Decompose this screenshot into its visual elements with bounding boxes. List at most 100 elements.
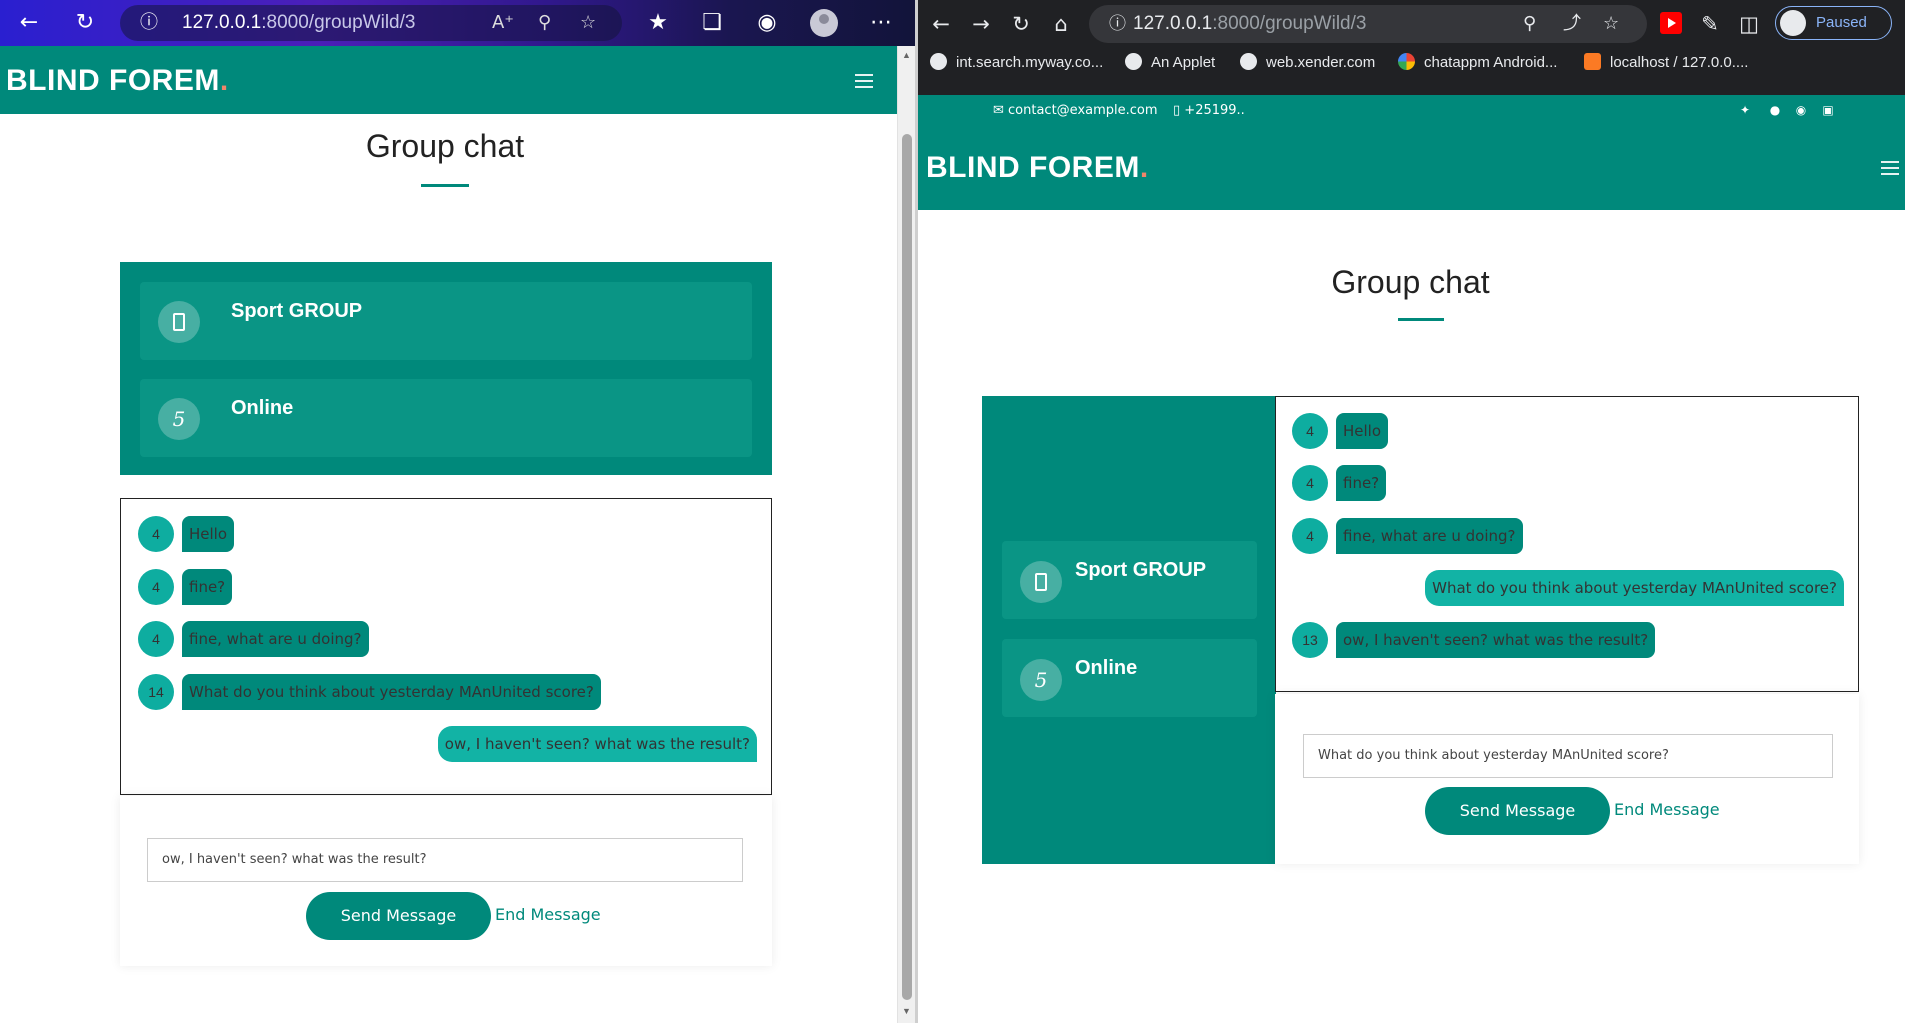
- online-label: Online: [231, 397, 294, 419]
- chat-messages-box[interactable]: 4 Hello 4 fine? 4 fine, what are u doing…: [120, 498, 772, 795]
- profile-status: Paused: [1816, 14, 1867, 31]
- facebook-icon[interactable]: ●: [1768, 103, 1782, 117]
- brand-logo[interactable]: BLIND FOREM.: [926, 151, 1149, 185]
- url-host: 127.0.0.1: [182, 12, 262, 33]
- message-bubble: Hello: [182, 516, 235, 552]
- back-icon[interactable]: ←: [14, 8, 44, 38]
- globe-icon: [1125, 53, 1142, 70]
- edge-toolbar: ← ↻ ⓘ 127.0.0.1:8000/groupWild/3 A⁺ ⚲ ☆ …: [0, 0, 915, 46]
- more-icon[interactable]: ⋯: [866, 8, 896, 38]
- url-path: :8000/groupWild/3: [1212, 13, 1367, 34]
- message-bubble: fine, what are u doing?: [1336, 518, 1523, 554]
- zoom-icon[interactable]: ⚲: [538, 5, 551, 41]
- bookmark-item[interactable]: chatappm Android...: [1398, 53, 1557, 71]
- contact-phone[interactable]: ▯ +25199..: [1173, 103, 1245, 118]
- bookmark-item[interactable]: localhost / 127.0.0....: [1584, 53, 1748, 71]
- linkedin-icon[interactable]: ▣: [1821, 103, 1835, 117]
- hamburger-menu-icon[interactable]: [1881, 161, 1899, 175]
- extensions-icon[interactable]: ✎: [1695, 8, 1725, 40]
- message-bubble: What do you think about yesterday MAnUni…: [182, 674, 601, 710]
- message-input[interactable]: What do you think about yesterday MAnUni…: [1303, 734, 1833, 778]
- scrollbar-thumb[interactable]: [902, 134, 912, 1000]
- group-name-card: Sport GROUP: [1002, 541, 1257, 619]
- refresh-icon[interactable]: ↻: [70, 8, 100, 38]
- user-avatar: 4: [138, 621, 174, 657]
- hamburger-menu-icon[interactable]: [855, 74, 873, 88]
- user-avatar: 4: [138, 569, 174, 605]
- globe-icon: [1240, 53, 1257, 70]
- add-favorite-icon[interactable]: ☆: [580, 5, 596, 41]
- forward-icon[interactable]: →: [966, 8, 996, 40]
- phone-icon: [1035, 573, 1047, 591]
- group-info-panel: Sport GROUP 5 Online: [120, 262, 772, 475]
- profile-paused-button[interactable]: Paused: [1775, 6, 1892, 40]
- send-message-button[interactable]: Send Message: [306, 892, 491, 940]
- message-bubble: ow, I haven't seen? what was the result?: [1336, 622, 1656, 658]
- ie-mode-icon[interactable]: ◉: [752, 8, 782, 38]
- title-underline: [1398, 318, 1444, 321]
- send-message-button[interactable]: Send Message: [1425, 787, 1610, 835]
- bookmark-star-icon[interactable]: ☆: [1603, 5, 1619, 43]
- phone-icon: ▯: [1173, 103, 1185, 118]
- my-message-bubble: ow, I haven't seen? what was the result?: [437, 726, 757, 762]
- address-bar[interactable]: ⓘ 127.0.0.1:8000/groupWild/3 ⚲ ⤴ ☆: [1089, 5, 1647, 43]
- user-avatar: 14: [138, 674, 174, 710]
- send-message-panel: What do you think about yesterday MAnUni…: [1275, 694, 1859, 864]
- page-title: Group chat: [1331, 264, 1490, 300]
- instagram-icon[interactable]: ◉: [1794, 103, 1808, 117]
- page-scrollbar[interactable]: ▲ ▼: [897, 46, 915, 1023]
- site-navbar: BLIND FOREM.: [0, 46, 915, 114]
- end-message-link[interactable]: End Message: [495, 905, 601, 924]
- scroll-down-arrow-icon[interactable]: ▼: [902, 1006, 911, 1016]
- user-avatar: 4: [1292, 413, 1328, 449]
- send-message-panel: ow, I haven't seen? what was the result?…: [120, 796, 772, 966]
- online-card: 5 Online: [140, 379, 752, 457]
- home-icon[interactable]: ⌂: [1046, 8, 1076, 40]
- reload-icon[interactable]: ↻: [1006, 8, 1036, 40]
- group-name-card: Sport GROUP: [140, 282, 752, 360]
- youtube-extension-icon[interactable]: [1660, 12, 1682, 34]
- globe-icon: [930, 53, 947, 70]
- bookmark-item[interactable]: web.xender.com: [1240, 53, 1375, 71]
- message-bubble: fine?: [182, 569, 233, 605]
- url-host: 127.0.0.1: [1133, 13, 1213, 34]
- message-input[interactable]: ow, I haven't seen? what was the result?: [147, 838, 743, 882]
- xampp-icon: [1584, 53, 1601, 70]
- bookmark-item[interactable]: int.search.myway.co...: [930, 53, 1103, 71]
- user-avatar: 4: [1292, 518, 1328, 554]
- zoom-icon[interactable]: ⚲: [1523, 5, 1536, 43]
- chat-messages-box[interactable]: 4 Hello 4 fine? 4 fine, what are u doing…: [1275, 396, 1859, 692]
- phone-icon: [173, 313, 185, 331]
- share-icon[interactable]: ⤴: [1563, 5, 1581, 43]
- google-icon: [1398, 53, 1415, 70]
- address-bar[interactable]: ⓘ 127.0.0.1:8000/groupWild/3 A⁺ ⚲ ☆: [120, 5, 622, 41]
- phone-icon-circle: [158, 301, 200, 343]
- site-navbar: BLIND FOREM.: [918, 127, 1905, 210]
- bookmark-item[interactable]: An Applet: [1125, 53, 1215, 71]
- title-underline: [421, 184, 469, 187]
- profile-avatar: [1780, 10, 1806, 36]
- info-icon[interactable]: ⓘ: [1109, 5, 1126, 43]
- user-avatar: 13: [1292, 622, 1328, 658]
- user-avatar: 4: [1292, 465, 1328, 501]
- brand-logo[interactable]: BLIND FOREM.: [6, 64, 229, 98]
- collections-icon[interactable]: ❏: [697, 8, 727, 38]
- back-icon[interactable]: ←: [926, 8, 956, 40]
- end-message-link[interactable]: End Message: [1614, 800, 1720, 819]
- online-count: 5: [158, 398, 200, 440]
- read-aloud-icon[interactable]: A⁺: [492, 5, 514, 41]
- contact-email[interactable]: ✉ contact@example.com: [993, 103, 1158, 118]
- user-avatar: 4: [138, 516, 174, 552]
- twitter-icon[interactable]: ✦: [1738, 103, 1752, 117]
- group-name: Sport GROUP: [231, 300, 363, 322]
- page-title: Group chat: [365, 128, 525, 164]
- message-bubble: fine, what are u doing?: [182, 621, 369, 657]
- group-info-panel: Sport GROUP 5 Online: [982, 396, 1276, 864]
- scroll-up-arrow-icon[interactable]: ▲: [902, 50, 911, 60]
- chrome-window: ← → ↻ ⌂ ⓘ 127.0.0.1:8000/groupWild/3 ⚲ ⤴…: [918, 0, 1905, 1023]
- profile-icon[interactable]: [810, 9, 838, 37]
- side-panel-icon[interactable]: ◫: [1734, 8, 1764, 40]
- favorites-icon[interactable]: ★: [643, 8, 673, 38]
- info-icon[interactable]: ⓘ: [140, 5, 158, 41]
- online-label: Online: [1075, 657, 1138, 679]
